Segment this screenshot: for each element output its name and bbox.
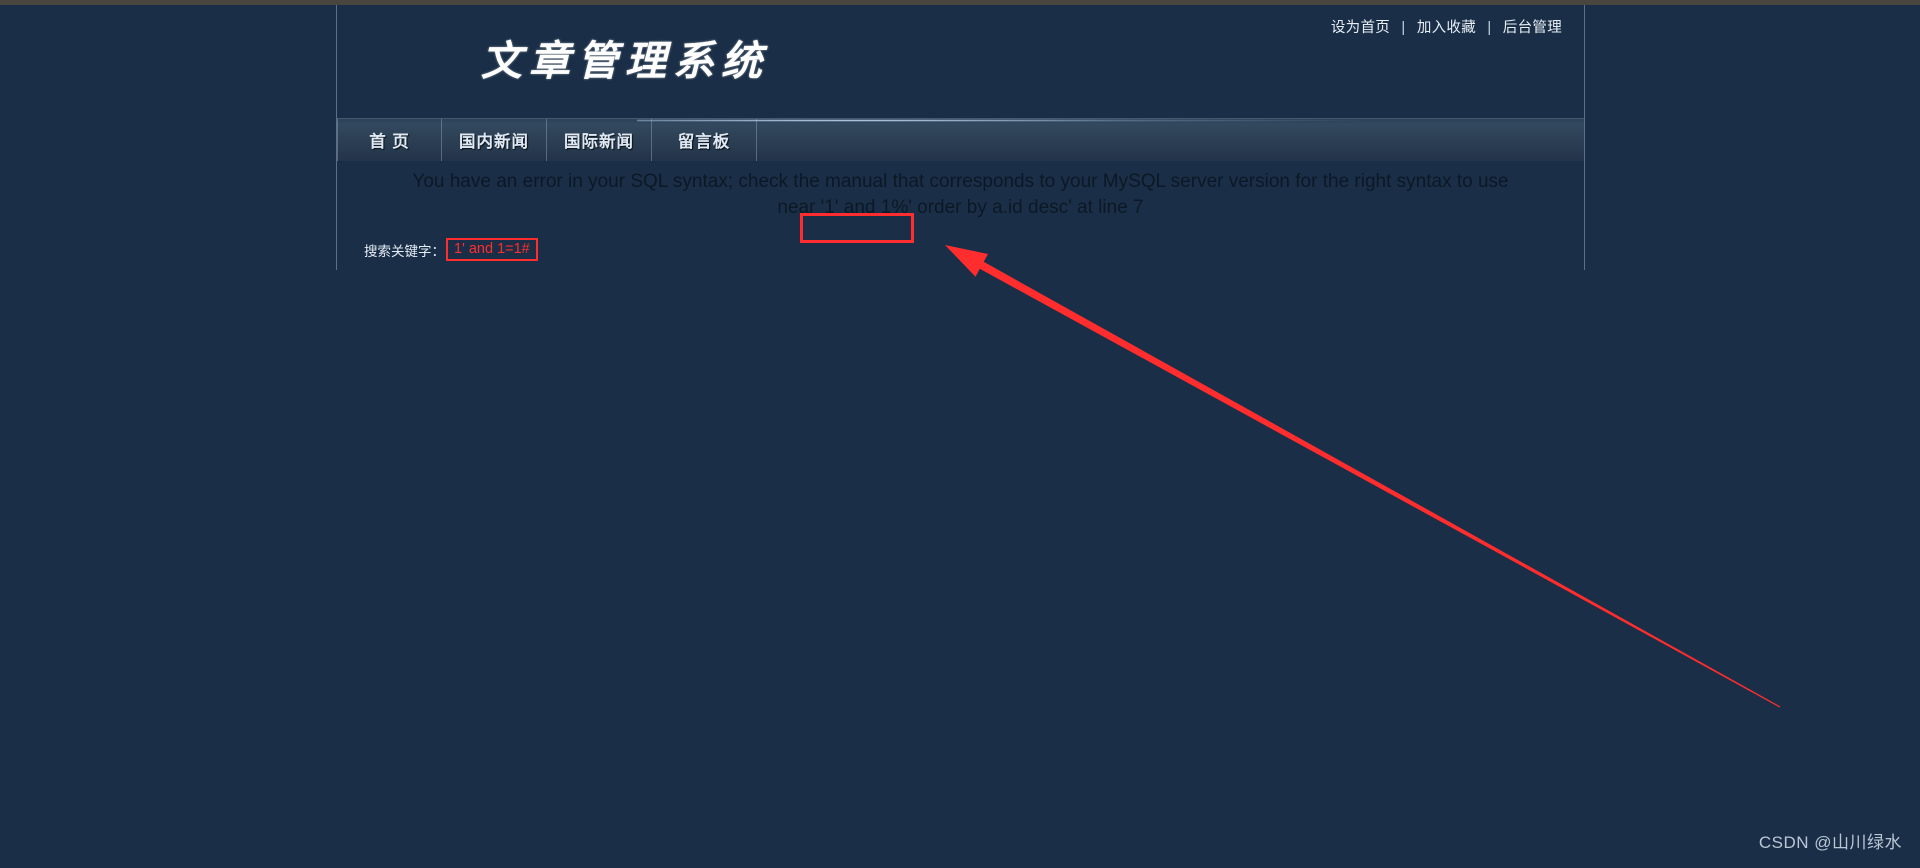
link-separator-2: | bbox=[1487, 20, 1492, 36]
search-keyword-row: 搜索关键字： 1' and 1=1# bbox=[337, 238, 1584, 261]
link-separator-1: | bbox=[1401, 20, 1406, 36]
site-container: 文章管理系统 设为首页 | 加入收藏 | 后台管理 首 页 国内新闻 国际新闻 … bbox=[336, 5, 1585, 270]
nav-item-domestic-news[interactable]: 国内新闻 bbox=[442, 119, 547, 161]
csdn-watermark: CSDN @山川绿水 bbox=[1758, 833, 1902, 852]
nav-item-international-news[interactable]: 国际新闻 bbox=[547, 119, 652, 161]
highlight-box-sql-fragment bbox=[800, 213, 914, 243]
utility-links: 设为首页 | 加入收藏 | 后台管理 bbox=[1331, 16, 1562, 37]
sql-error-message: You have an error in your SQL syntax; ch… bbox=[337, 161, 1584, 221]
nav-item-home[interactable]: 首 页 bbox=[337, 119, 442, 161]
sql-error-line-1: You have an error in your SQL syntax; ch… bbox=[412, 171, 1509, 192]
main-content: You have an error in your SQL syntax; ch… bbox=[337, 161, 1584, 261]
search-keyword-label: 搜索关键字： bbox=[364, 243, 445, 259]
link-add-favorite[interactable]: 加入收藏 bbox=[1417, 20, 1476, 36]
search-keyword-value: 1' and 1=1# bbox=[446, 238, 538, 261]
link-set-homepage[interactable]: 设为首页 bbox=[1331, 20, 1390, 36]
link-admin-panel[interactable]: 后台管理 bbox=[1503, 20, 1562, 36]
site-title: 文章管理系统 bbox=[481, 38, 769, 84]
nav-item-list: 首 页 国内新闻 国际新闻 留言板 bbox=[337, 119, 1584, 161]
main-navigation-bar: 首 页 国内新闻 国际新闻 留言板 bbox=[337, 118, 1584, 161]
nav-item-message-board[interactable]: 留言板 bbox=[652, 119, 757, 161]
site-header: 文章管理系统 设为首页 | 加入收藏 | 后台管理 bbox=[337, 5, 1584, 120]
